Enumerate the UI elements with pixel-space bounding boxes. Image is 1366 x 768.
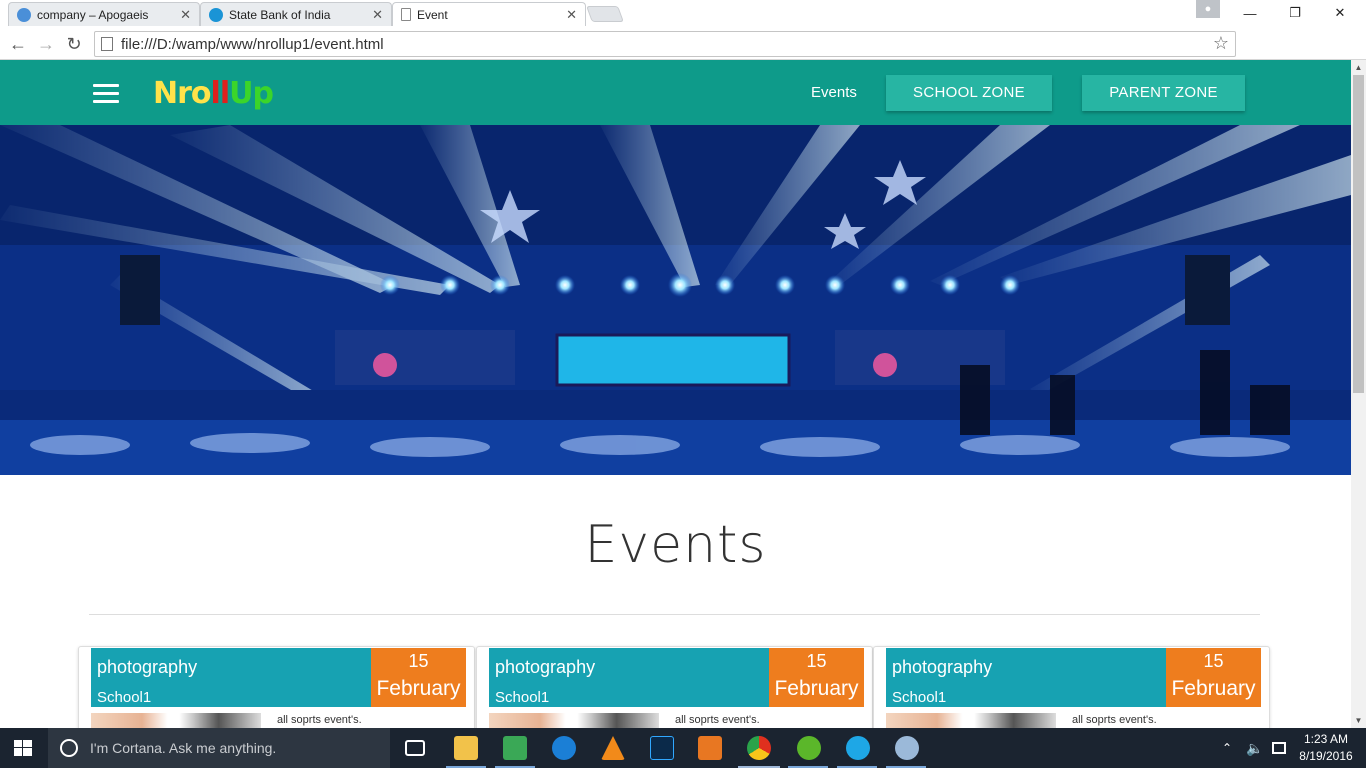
cortana-placeholder: I'm Cortana. Ask me anything. (90, 740, 277, 756)
task-view-icon[interactable] (405, 740, 425, 756)
event-day: 15 (806, 651, 827, 671)
edge-icon[interactable] (552, 736, 576, 760)
paint-icon[interactable] (895, 736, 919, 760)
new-tab-button[interactable] (586, 6, 624, 22)
logo-letter: l (219, 76, 230, 111)
nav-events-link[interactable]: Events (811, 84, 857, 101)
event-month: February (1171, 677, 1256, 700)
tab-close-icon[interactable]: ✕ (566, 7, 577, 23)
logo-letter: U (229, 76, 253, 111)
event-card[interactable]: photography School1 15 February all sopr… (476, 646, 873, 736)
event-name: photography (892, 657, 993, 677)
skype-icon[interactable] (846, 736, 870, 760)
chrome-icon[interactable] (747, 736, 771, 760)
page-icon (401, 8, 411, 21)
logo-letter: l (210, 76, 221, 111)
maximize-button[interactable]: ❐ (1273, 0, 1317, 26)
clock-time: 1:23 AM (1303, 732, 1349, 746)
file-explorer-icon[interactable] (454, 736, 478, 760)
event-month: February (376, 677, 461, 700)
event-school: School1 (495, 689, 550, 706)
tab-close-icon[interactable]: ✕ (372, 7, 383, 23)
browser-tab-strip: company – Apogaeis ✕ State Bank of India… (0, 0, 1366, 28)
system-clock[interactable]: 1:23 AM 8/19/2016 (1296, 731, 1356, 765)
spreadsheet-icon[interactable] (503, 736, 527, 760)
logo-letter: p (252, 76, 275, 111)
event-date-badge: 15 February (769, 648, 864, 707)
utorrent-icon[interactable] (797, 736, 821, 760)
site-header: NrollUp Events SCHOOL ZONE PARENT ZONE (0, 60, 1351, 125)
event-description: all soprts event's. (1072, 714, 1157, 726)
browser-toolbar: ← → ↻ file:///D:/wamp/www/nrollup1/event… (0, 28, 1366, 80)
tab-title: Event (417, 7, 448, 22)
vlc-icon[interactable] (601, 736, 625, 760)
windows-start-icon[interactable] (14, 740, 32, 756)
event-school: School1 (97, 689, 152, 706)
scroll-down-arrow-icon[interactable]: ▼ (1351, 713, 1366, 728)
scrollbar-thumb[interactable] (1353, 75, 1364, 393)
apogaeis-favicon-icon (17, 7, 31, 22)
parent-zone-button[interactable]: PARENT ZONE (1082, 75, 1245, 111)
event-card[interactable]: photography School1 15 February all sopr… (78, 646, 475, 736)
action-center-icon[interactable] (1272, 728, 1286, 768)
tab-title: company – Apogaeis (37, 7, 149, 22)
page-title: Events (584, 515, 767, 575)
nrollup-logo[interactable]: NrollUp (153, 76, 275, 111)
minimize-button[interactable]: — (1228, 0, 1272, 26)
media-player-icon[interactable] (698, 736, 722, 760)
event-date-badge: 15 February (1166, 648, 1261, 707)
address-bar[interactable]: file:///D:/wamp/www/nrollup1/event.html … (94, 31, 1236, 57)
event-day: 15 (408, 651, 429, 671)
sbi-favicon-icon (209, 7, 223, 22)
stage-lights-illustration (0, 125, 1351, 475)
bookmark-star-icon[interactable]: ☆ (1213, 33, 1229, 54)
event-school: School1 (892, 689, 947, 706)
divider (89, 614, 1260, 615)
event-card-header: photography School1 (489, 648, 769, 707)
event-card-header: photography School1 (91, 648, 371, 707)
hamburger-menu-icon[interactable] (93, 84, 119, 104)
event-date-badge: 15 February (371, 648, 466, 707)
reload-button[interactable]: ↻ (62, 32, 86, 56)
close-window-button[interactable]: ✕ (1318, 0, 1362, 26)
tab-sbi[interactable]: State Bank of India ✕ (200, 2, 392, 26)
forward-button[interactable]: → (34, 32, 58, 56)
show-hidden-icons-chevron-icon[interactable]: ⌃ (1222, 728, 1232, 768)
volume-icon[interactable]: 🔈 (1246, 728, 1263, 768)
cortana-search-box[interactable]: I'm Cortana. Ask me anything. (48, 728, 390, 768)
clock-date: 8/19/2016 (1299, 749, 1353, 763)
event-day: 15 (1203, 651, 1224, 671)
event-card-header: photography School1 (886, 648, 1166, 707)
user-profile-icon[interactable]: ● (1196, 0, 1220, 18)
windows-taskbar: I'm Cortana. Ask me anything. ⌃ 🔈 1:23 A… (0, 728, 1366, 768)
tab-close-icon[interactable]: ✕ (180, 7, 191, 23)
event-month: February (774, 677, 859, 700)
tab-title: State Bank of India (229, 7, 331, 22)
back-button[interactable]: ← (6, 32, 30, 56)
event-card[interactable]: photography School1 15 February all sopr… (873, 646, 1270, 736)
tab-event[interactable]: Event ✕ (392, 2, 586, 26)
url-text[interactable]: file:///D:/wamp/www/nrollup1/event.html (121, 36, 384, 53)
cortana-icon (60, 739, 78, 757)
scroll-up-arrow-icon[interactable]: ▲ (1351, 60, 1366, 75)
logo-letter: o (190, 76, 212, 111)
school-zone-button[interactable]: SCHOOL ZONE (886, 75, 1052, 111)
event-name: photography (495, 657, 596, 677)
tab-apogaeis[interactable]: company – Apogaeis ✕ (8, 2, 200, 26)
hero-stage-image (0, 125, 1351, 475)
event-description: all soprts event's. (675, 714, 760, 726)
logo-letter: N (153, 76, 178, 111)
page-info-icon[interactable] (101, 37, 113, 51)
event-name: photography (97, 657, 198, 677)
event-description: all soprts event's. (277, 714, 362, 726)
photoshop-icon[interactable] (650, 736, 674, 760)
logo-letter: r (177, 76, 192, 111)
